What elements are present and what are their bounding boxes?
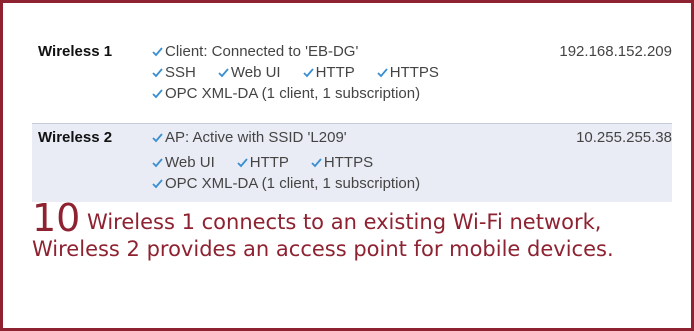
checkmark-icon — [152, 46, 163, 57]
interface-row-wireless-2: Wireless 2 AP: Active with SSID 'L209' 1… — [32, 123, 672, 202]
checkmark-icon — [377, 67, 388, 78]
interface-name: Wireless 1 — [38, 43, 113, 60]
checkmark-icon — [152, 132, 163, 143]
opc-line: OPC XML-DA (1 client, 1 subscription) — [152, 83, 672, 104]
service-label: HTTP — [315, 64, 355, 81]
checkmark-icon — [302, 67, 314, 78]
service-label: HTTPS — [323, 154, 374, 171]
service-label: Web UI — [230, 64, 281, 81]
ip-address: 192.168.152.209 — [559, 43, 672, 60]
wireless-status-panel: Wireless 1 Client: Connected to 'EB-DG' … — [32, 38, 672, 202]
service-web-ui: Web UI — [152, 154, 215, 171]
service-label: Web UI — [165, 154, 215, 171]
interface-details: Client: Connected to 'EB-DG' 192.168.152… — [152, 41, 672, 120]
service-label: HTTP — [249, 154, 289, 171]
checkmark-icon — [311, 157, 322, 168]
services-line: SSH Web UI HTTP HTTPS — [152, 62, 672, 83]
service-web-ui: Web UI — [218, 64, 281, 81]
opc-status: OPC XML-DA (1 client, 1 subscription) — [165, 85, 421, 102]
interface-details: AP: Active with SSID 'L209' 10.255.255.3… — [152, 127, 672, 199]
checkmark-icon — [218, 67, 229, 78]
status-line: AP: Active with SSID 'L209' 10.255.255.3… — [152, 127, 672, 148]
connection-status: Client: Connected to 'EB-DG' — [165, 43, 359, 60]
service-https: HTTPS — [311, 154, 373, 171]
service-ssh: SSH — [152, 64, 196, 81]
checkmark-icon — [152, 88, 163, 99]
interface-name: Wireless 2 — [38, 129, 113, 146]
ip-address: 10.255.255.38 — [576, 129, 672, 146]
opc-line: OPC XML-DA (1 client, 1 subscription) — [152, 173, 672, 194]
service-http: HTTP — [302, 64, 355, 81]
checkmark-icon — [237, 157, 248, 168]
services-line: Web UI HTTP HTTPS — [152, 152, 672, 173]
figure-caption: 10 Wireless 1 connects to an existing Wi… — [32, 199, 662, 261]
status-line: Client: Connected to 'EB-DG' 192.168.152… — [152, 41, 672, 62]
figure-number: 10 — [32, 196, 81, 240]
interface-row-wireless-1: Wireless 1 Client: Connected to 'EB-DG' … — [32, 38, 672, 123]
checkmark-icon — [152, 157, 163, 168]
checkmark-icon — [152, 67, 163, 78]
connection-status: AP: Active with SSID 'L209' — [165, 129, 347, 146]
service-label: SSH — [165, 64, 196, 81]
opc-status: OPC XML-DA (1 client, 1 subscription) — [165, 175, 421, 192]
checkmark-icon — [152, 178, 163, 189]
service-label: HTTPS — [389, 64, 439, 81]
service-https: HTTPS — [377, 64, 439, 81]
service-http: HTTP — [237, 154, 289, 171]
caption-text: Wireless 1 connects to an existing Wi-Fi… — [32, 210, 614, 261]
